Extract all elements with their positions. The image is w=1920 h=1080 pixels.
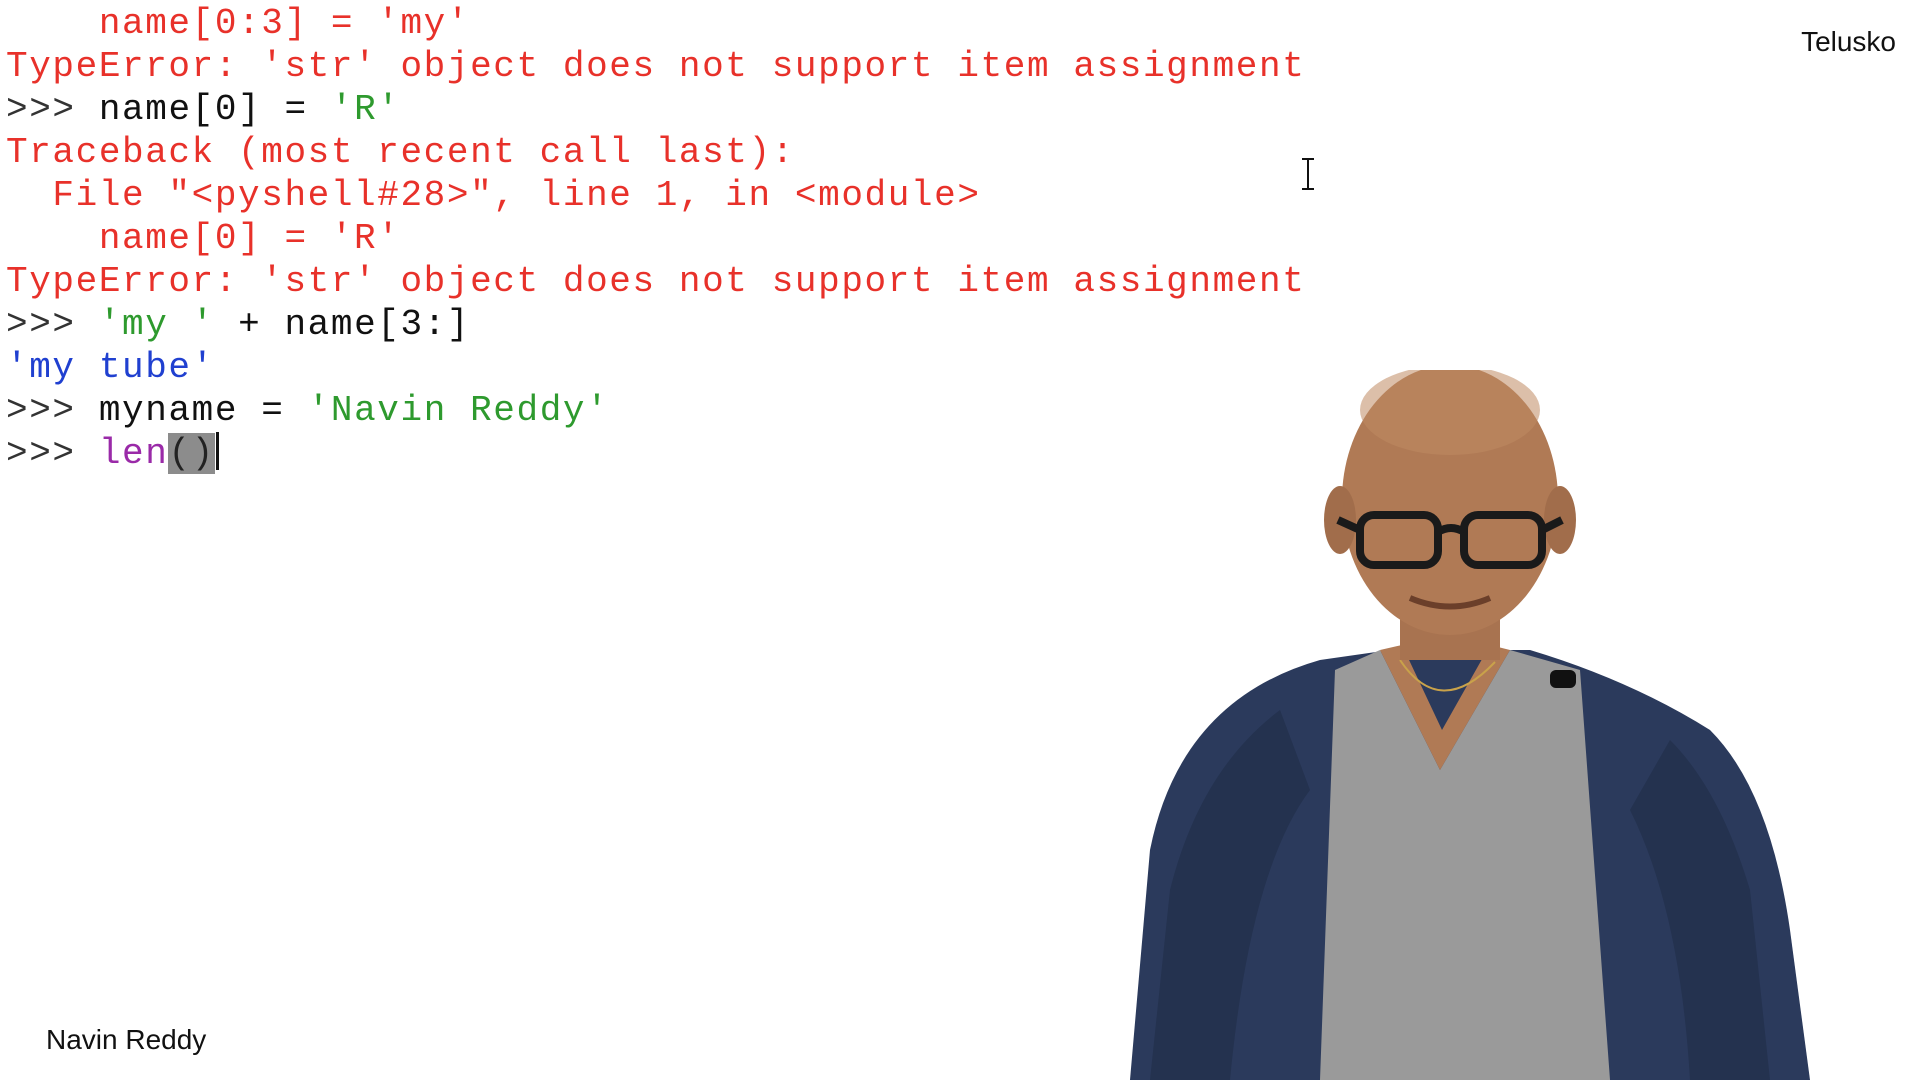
shell-line: >>> name[0] = 'R' [6,88,1506,131]
shell-text: TypeError: 'str' object does not support… [6,261,1306,302]
text-cursor-icon [1302,158,1314,190]
matched-parentheses: () [168,433,215,474]
text-caret [215,432,219,470]
shell-prompt: >>> [6,390,99,431]
presenter-name-caption: Navin Reddy [46,1024,207,1055]
shell-text: File "<pyshell#28>", line 1, in <module> [6,175,981,216]
shell-prompt: >>> [6,304,99,345]
shell-text: 'my ' [98,304,215,345]
builtin-function: len [98,433,169,474]
shell-line: TypeError: 'str' object does not support… [6,260,1506,303]
shell-text: name[0:3] = 'my' [6,3,471,44]
shell-text: Traceback (most recent call last): [6,132,795,173]
shell-line: name[0:3] = 'my' [6,2,1506,45]
shell-prompt: >>> [6,89,99,130]
shell-text: TypeError: 'str' object does not support… [6,46,1306,87]
shell-text: 'R' [330,89,401,130]
video-frame: name[0:3] = 'my' TypeError: 'str' object … [0,0,1920,1080]
shell-text: + name[3:] [214,304,471,345]
shell-text: 'Navin Reddy' [307,390,610,431]
shell-line: File "<pyshell#28>", line 1, in <module> [6,174,1506,217]
presenter-webcam [1130,370,1810,1080]
shell-text: 'my tube' [6,347,215,388]
shell-text: name[0] = 'R' [6,218,401,259]
shell-line: TypeError: 'str' object does not support… [6,45,1506,88]
shell-text: myname = [98,390,308,431]
shell-line: >>> 'my ' + name[3:] [6,303,1506,346]
shell-prompt: >>> [6,433,99,474]
lapel-mic [1550,670,1576,688]
shell-line: Traceback (most recent call last): [6,131,1506,174]
shell-text: name[0] = [98,89,331,130]
shell-line: name[0] = 'R' [6,217,1506,260]
channel-watermark: Telusko [1801,26,1896,57]
